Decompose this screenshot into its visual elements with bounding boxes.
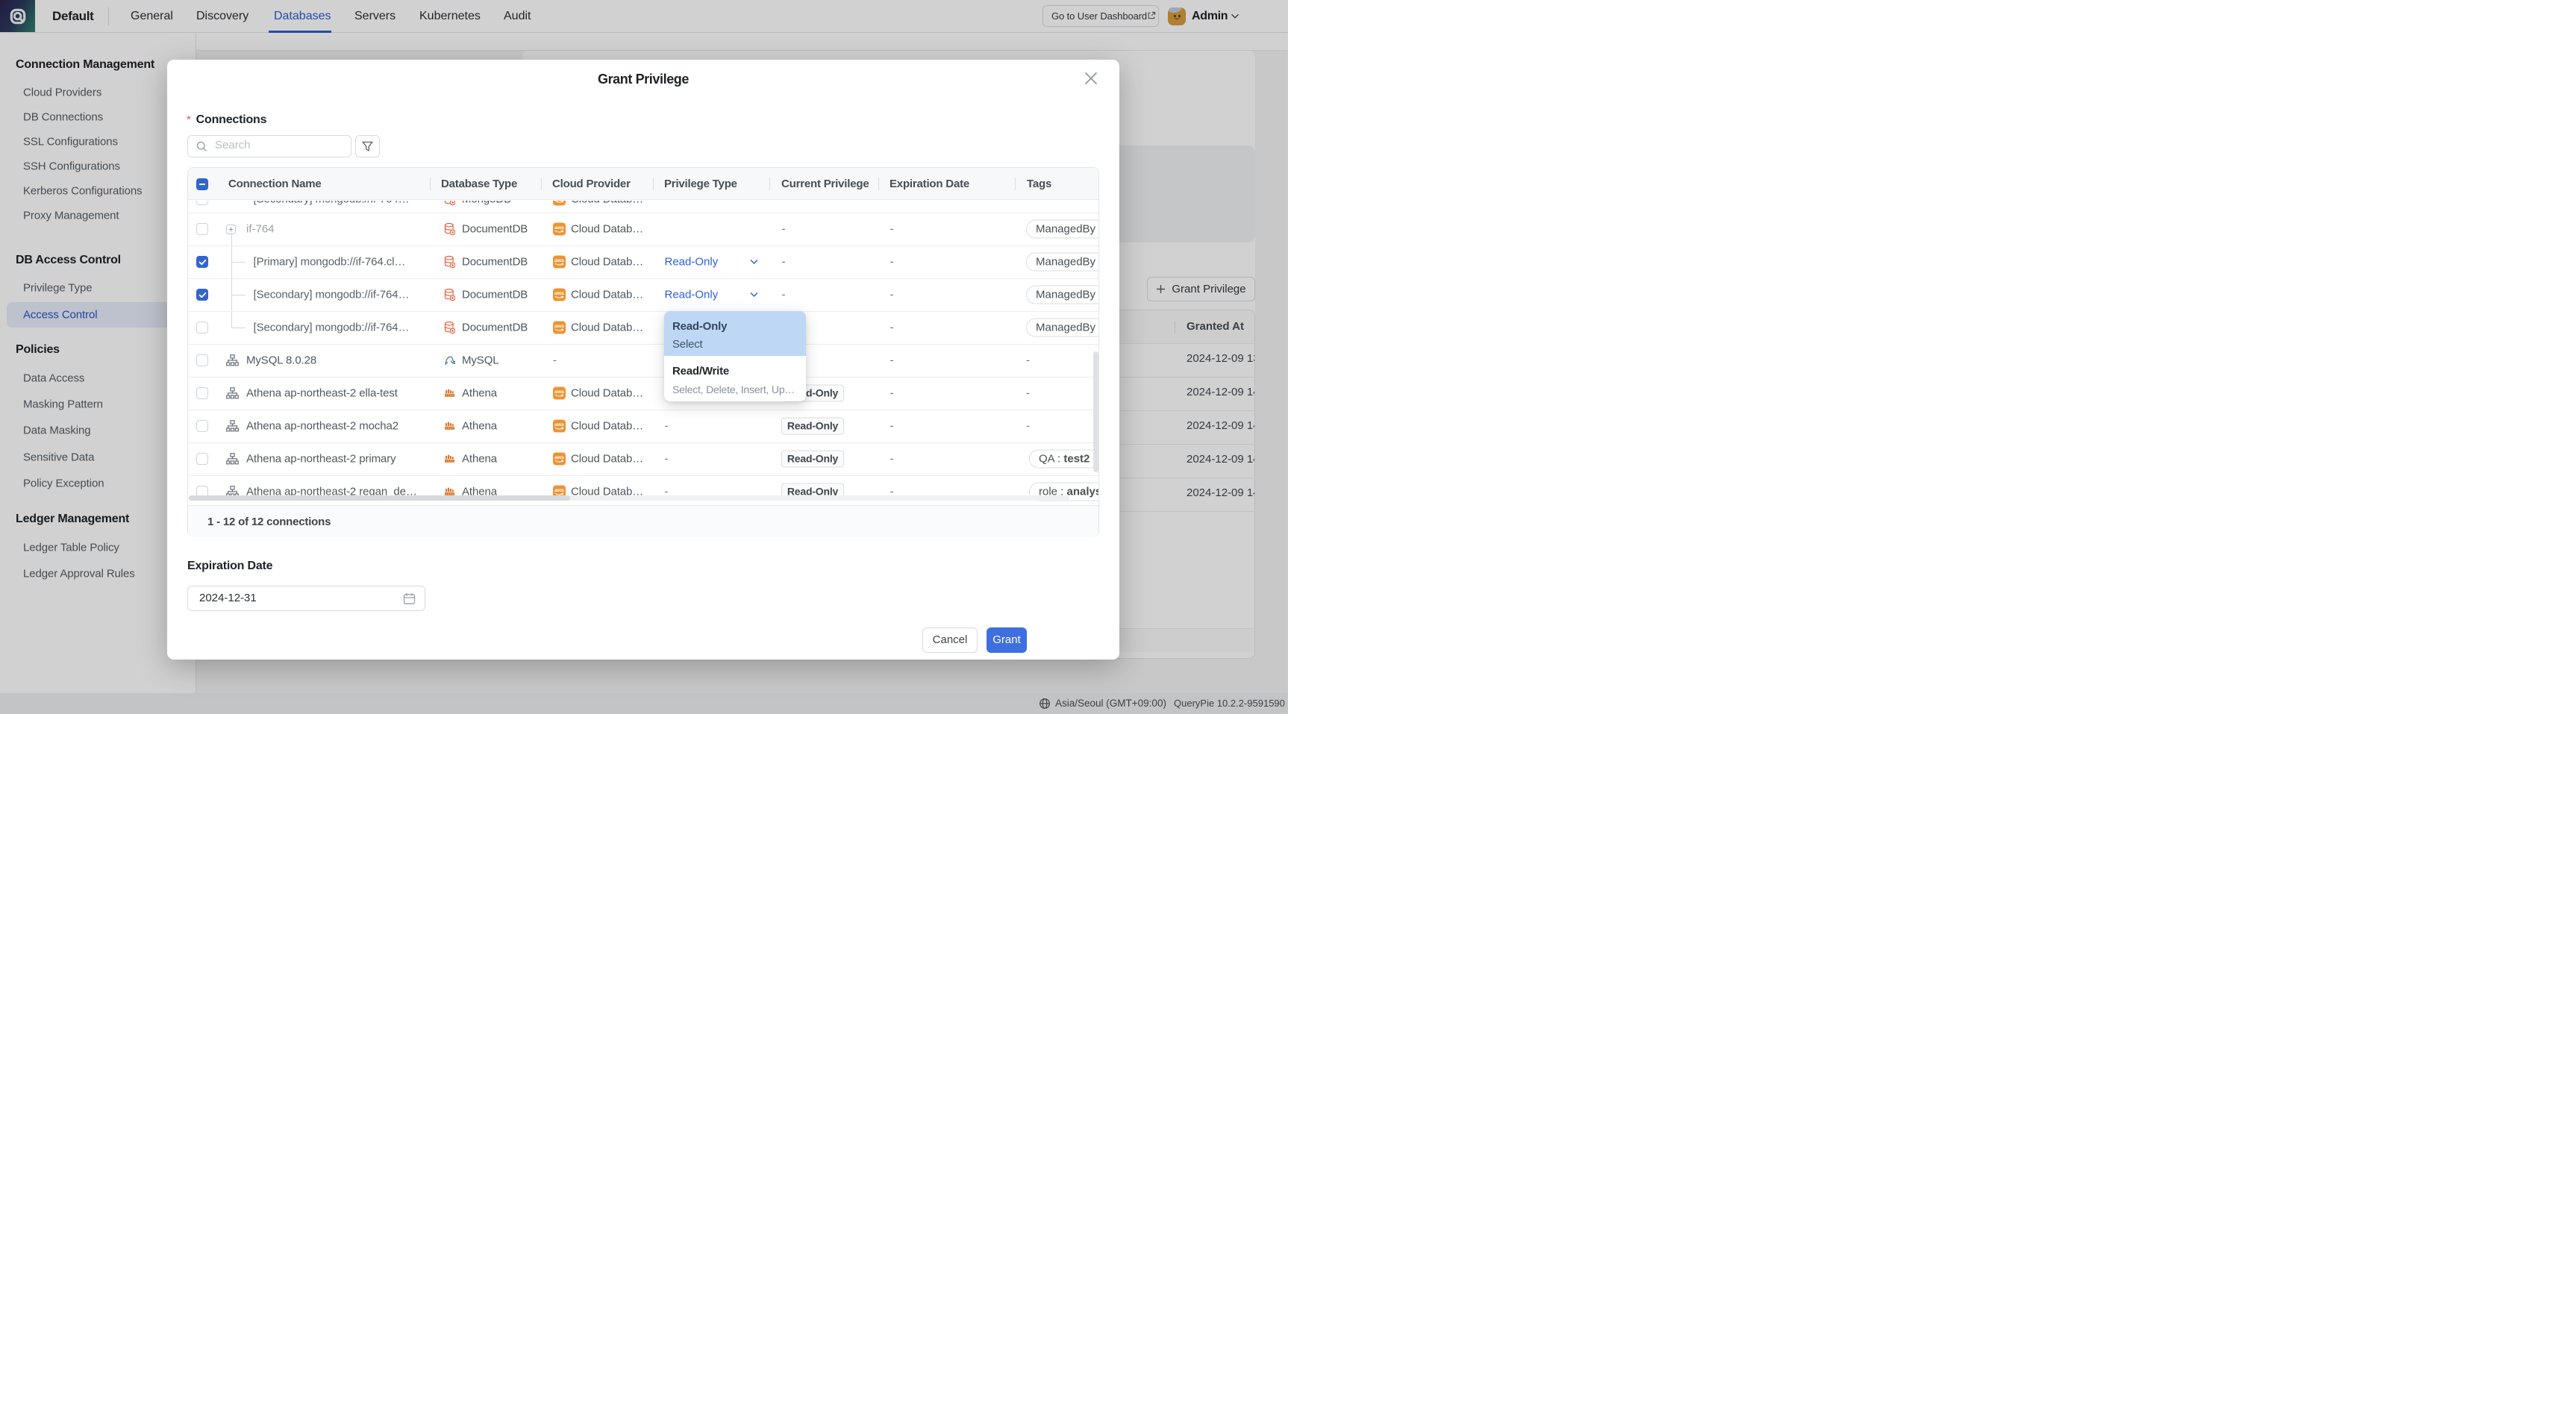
svg-text:aws: aws: [554, 324, 564, 329]
svg-text:aws: aws: [554, 225, 564, 231]
svg-text:aws: aws: [554, 389, 564, 395]
svg-text:aws: aws: [554, 488, 564, 493]
svg-text:aws: aws: [554, 455, 564, 460]
svg-text:aws: aws: [554, 258, 564, 263]
svg-text:aws: aws: [554, 291, 564, 296]
svg-text:aws: aws: [554, 422, 564, 428]
